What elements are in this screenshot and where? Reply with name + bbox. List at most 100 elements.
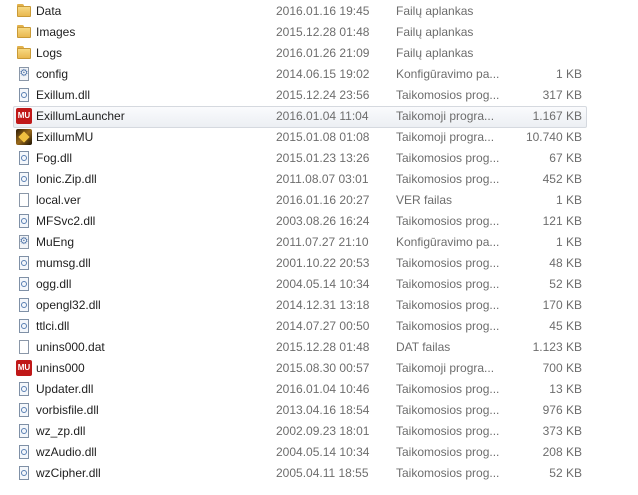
file-date: 2015.01.23 13:26 (276, 151, 370, 165)
file-type: Taikomosios prog... (396, 445, 500, 459)
file-row[interactable]: wzCipher.dll 2005.04.11 18:55 Taikomosios … (0, 463, 638, 484)
file-size: 1 KB (555, 193, 582, 207)
file-row[interactable]: vorbisfile.dll 2013.04.16 18:54 Taikomosio… (0, 400, 638, 421)
dll-file-icon (16, 171, 32, 187)
file-row[interactable]: config 2014.06.15 19:02 Konfigūravimo pa..… (0, 64, 638, 85)
file-row[interactable]: local.ver 2016.01.16 20:27 VER failas 1 KB (0, 190, 638, 211)
file-row[interactable]: wzAudio.dll 2004.05.14 10:34 Taikomosios p… (0, 442, 638, 463)
file-size: 170 KB (542, 298, 582, 312)
file-name: wzCipher.dll (36, 466, 101, 480)
file-row[interactable]: wz_zp.dll 2002.09.23 18:01 Taikomosios pro… (0, 421, 638, 442)
config-file-icon (16, 234, 32, 250)
file-date: 2013.04.16 18:54 (276, 403, 370, 417)
file-size: 52 KB (549, 277, 582, 291)
file-row[interactable]: Fog.dll 2015.01.23 13:26 Taikomosios prog.… (0, 148, 638, 169)
file-row[interactable]: ttlci.dll 2014.07.27 00:50 Taikomosios pro… (0, 316, 638, 337)
file-date: 2016.01.26 21:09 (276, 46, 370, 60)
file-name: Data (36, 4, 62, 18)
dll-file-icon (16, 318, 32, 334)
file-row[interactable]: Images 2015.12.28 01:48 Failų aplankas (0, 22, 638, 43)
file-type: Taikomosios prog... (396, 319, 500, 333)
dll-file-icon (16, 465, 32, 481)
file-name: Exillum.dll (36, 88, 91, 102)
file-size: 121 KB (542, 214, 582, 228)
file-size: 1.167 KB (532, 109, 582, 123)
file-size: 1 KB (555, 235, 582, 249)
file-date: 2015.08.30 00:57 (276, 361, 370, 375)
file-type: Taikomosios prog... (396, 172, 500, 186)
file-row[interactable]: MuEng 2011.07.27 21:10 Konfigūravimo pa...… (0, 232, 638, 253)
file-type: Failų aplankas (396, 25, 474, 39)
file-name: unins000.dat (36, 340, 105, 354)
file-row[interactable]: opengl32.dll 2014.12.31 13:18 Taikomosios … (0, 295, 638, 316)
file-name: ttlci.dll (36, 319, 70, 333)
file-type: Taikomosios prog... (396, 214, 500, 228)
file-name: MFSvc2.dll (36, 214, 96, 228)
mu-app-icon (16, 360, 32, 376)
dll-file-icon (16, 213, 32, 229)
file-type: Taikomosios prog... (396, 88, 500, 102)
file-row[interactable]: unins000 2015.08.30 00:57 Taikomoji progra… (0, 358, 638, 379)
file-row[interactable]: ExillumMU 2015.01.08 01:08 Taikomoji progr… (0, 127, 638, 148)
file-type: Failų aplankas (396, 46, 474, 60)
dll-file-icon (16, 150, 32, 166)
dll-file-icon (16, 444, 32, 460)
mu-app-icon (16, 108, 32, 124)
file-row[interactable]: Ionic.Zip.dll 2011.08.07 03:01 Taikomosios… (0, 169, 638, 190)
file-name: ogg.dll (36, 277, 72, 291)
file-size: 452 KB (542, 172, 582, 186)
file-type: Taikomosios prog... (396, 403, 500, 417)
file-name: Ionic.Zip.dll (36, 172, 97, 186)
file-name: MuEng (36, 235, 75, 249)
file-date: 2015.12.28 01:48 (276, 340, 370, 354)
file-name: Logs (36, 46, 63, 60)
file-date: 2002.09.23 18:01 (276, 424, 370, 438)
file-row[interactable]: ExillumLauncher 2016.01.04 11:04 Taikomoji… (0, 106, 638, 128)
file-date: 2011.08.07 03:01 (276, 172, 369, 186)
file-date: 2003.08.26 16:24 (276, 214, 370, 228)
file-row[interactable]: Data 2016.01.16 19:45 Failų aplankas (0, 1, 638, 22)
document-icon (16, 339, 32, 355)
file-type: Taikomosios prog... (396, 424, 500, 438)
file-name: config (36, 67, 69, 81)
file-row[interactable]: ogg.dll 2004.05.14 10:34 Taikomosios prog.… (0, 274, 638, 295)
file-size: 976 KB (542, 403, 582, 417)
file-size: 10.740 KB (525, 130, 582, 144)
file-type: Taikomosios prog... (396, 256, 500, 270)
file-name: unins000 (36, 361, 85, 375)
file-name: ExillumLauncher (36, 109, 125, 123)
file-type: Taikomoji progra... (396, 361, 495, 375)
file-type: Taikomosios prog... (396, 151, 500, 165)
file-row[interactable]: Updater.dll 2016.01.04 10:46 Taikomosios p… (0, 379, 638, 400)
file-size: 1 KB (555, 67, 582, 81)
file-date: 2015.12.28 01:48 (276, 25, 370, 39)
file-date: 2014.12.31 13:18 (276, 298, 370, 312)
file-size: 67 KB (549, 151, 582, 165)
dll-file-icon (16, 423, 32, 439)
file-date: 2015.01.08 01:08 (276, 130, 370, 144)
file-type: Taikomosios prog... (396, 298, 500, 312)
file-name: opengl32.dll (36, 298, 101, 312)
file-type: Taikomosios prog... (396, 277, 500, 291)
file-date: 2016.01.04 11:04 (276, 109, 369, 123)
file-row[interactable]: MFSvc2.dll 2003.08.26 16:24 Taikomosios pr… (0, 211, 638, 232)
file-type: Taikomosios prog... (396, 382, 500, 396)
file-date: 2001.10.22 20:53 (276, 256, 370, 270)
file-date: 2004.05.14 10:34 (276, 445, 370, 459)
file-size: 52 KB (549, 466, 582, 480)
file-size: 317 KB (542, 88, 582, 102)
file-size: 45 KB (549, 319, 582, 333)
dll-file-icon (16, 87, 32, 103)
dll-file-icon (16, 381, 32, 397)
file-size: 700 KB (542, 361, 582, 375)
file-row[interactable]: unins000.dat 2015.12.28 01:48 DAT failas 1.… (0, 337, 638, 358)
document-icon (16, 192, 32, 208)
file-name: Fog.dll (36, 151, 73, 165)
file-row[interactable]: mumsg.dll 2001.10.22 20:53 Taikomosios pro… (0, 253, 638, 274)
file-row[interactable]: Exillum.dll 2015.12.24 23:56 Taikomosios p… (0, 85, 638, 106)
folder-icon (16, 3, 32, 19)
file-row[interactable]: Logs 2016.01.26 21:09 Failų aplankas (0, 43, 638, 64)
file-size: 48 KB (549, 256, 582, 270)
file-date: 2016.01.16 19:45 (276, 4, 370, 18)
file-date: 2011.07.27 21:10 (276, 235, 369, 249)
